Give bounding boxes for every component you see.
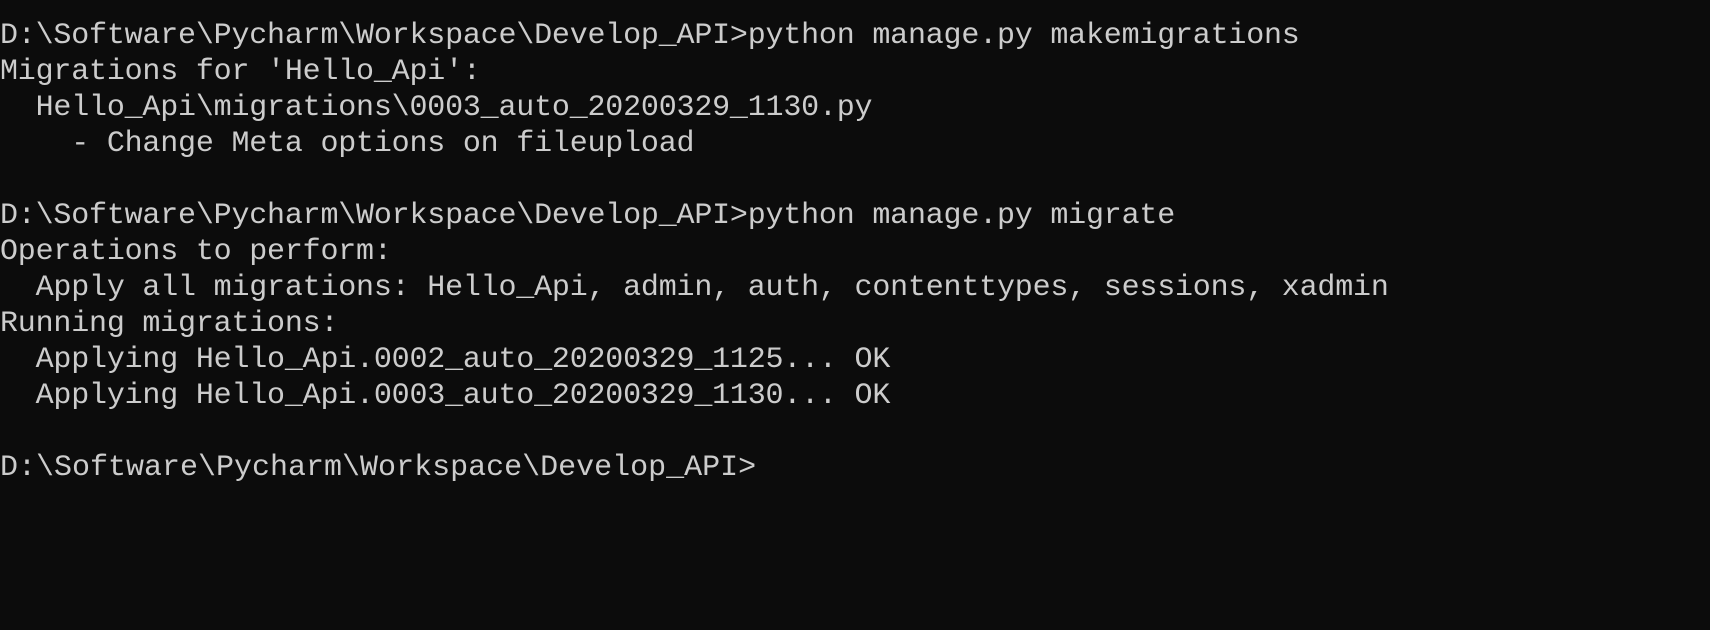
output-apply-all: Apply all migrations: Hello_Api, admin, … xyxy=(0,271,1389,305)
terminal-window[interactable]: D:\Software\Pycharm\Workspace\Develop_AP… xyxy=(0,0,1710,630)
output-applying-0002: Applying Hello_Api.0002_auto_20200329_11… xyxy=(0,343,891,377)
prompt-input-line[interactable]: D:\Software\Pycharm\Workspace\Develop_AP… xyxy=(0,450,1710,486)
output-operations-header: Operations to perform: xyxy=(0,235,392,269)
command-line-migrate: D:\Software\Pycharm\Workspace\Develop_AP… xyxy=(0,199,1175,233)
output-running-header: Running migrations: xyxy=(0,307,339,341)
output-migration-file: Hello_Api\migrations\0003_auto_20200329_… xyxy=(0,91,873,125)
command-line-makemigrations: D:\Software\Pycharm\Workspace\Develop_AP… xyxy=(0,19,1300,53)
output-migration-change: - Change Meta options on fileupload xyxy=(0,127,695,161)
output-applying-0003: Applying Hello_Api.0003_auto_20200329_11… xyxy=(0,379,891,413)
output-migrations-header: Migrations for 'Hello_Api': xyxy=(0,55,481,89)
